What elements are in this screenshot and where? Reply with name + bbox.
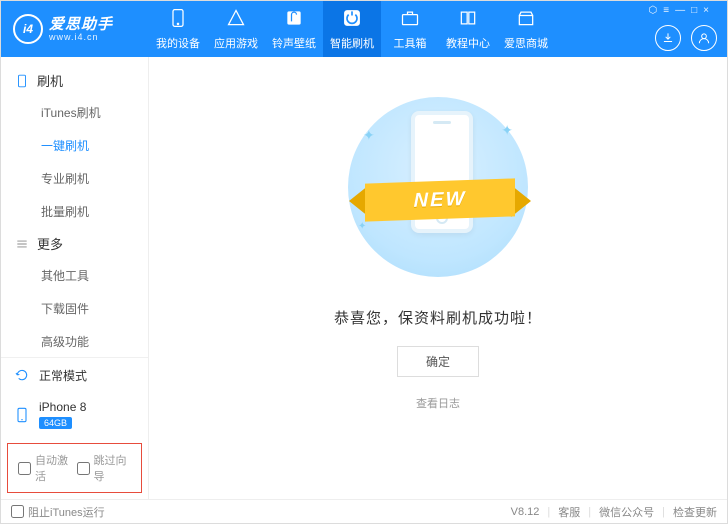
device-name: iPhone 8 (39, 400, 86, 414)
view-log-link[interactable]: 查看日志 (416, 395, 460, 411)
top-nav: 我的设备 应用游戏 铃声壁纸 智能刷机 工具箱 教程中心 (149, 1, 555, 57)
sidebar-item-batch-flash[interactable]: 批量刷机 (1, 195, 148, 228)
block-itunes-checkbox[interactable]: 阻止iTunes运行 (11, 504, 105, 520)
refresh-icon (13, 366, 31, 384)
flash-icon (342, 8, 362, 31)
sparkle-icon: ✦ (501, 122, 513, 139)
ok-button[interactable]: 确定 (397, 346, 479, 377)
nav-label: 智能刷机 (330, 35, 374, 51)
main-panel: ✦ ✦ ✦ ✦ NEW 恭喜您，保资料刷机成功啦！ 确定 查看日志 (149, 57, 727, 499)
nav-my-device[interactable]: 我的设备 (149, 1, 207, 57)
phone-outline-icon (15, 74, 29, 88)
shop-icon (516, 8, 536, 31)
ribbon-text: NEW (365, 178, 515, 221)
sidebar-group-more: 更多 (1, 228, 148, 259)
sidebar-group-label: 更多 (37, 234, 63, 253)
win-min-button[interactable]: — (675, 5, 685, 16)
wechat-link[interactable]: 微信公众号 (599, 504, 654, 520)
sidebar-item-download-firmware[interactable]: 下载固件 (1, 292, 148, 325)
window-controls: ⬡ ≡ — □ × (649, 3, 717, 16)
sidebar-group-flash: 刷机 (1, 65, 148, 96)
phone-icon (168, 8, 188, 31)
nav-flash[interactable]: 智能刷机 (323, 1, 381, 57)
success-illustration: ✦ ✦ ✦ ✦ NEW (323, 97, 553, 277)
nav-label: 工具箱 (394, 35, 427, 51)
sidebar-item-pro-flash[interactable]: 专业刷机 (1, 162, 148, 195)
device-mode-label: 正常模式 (39, 367, 87, 384)
device-storage-badge: 64GB (39, 417, 72, 429)
checkbox-label: 自动激活 (35, 452, 73, 484)
nav-label: 爱思商城 (504, 35, 548, 51)
nav-shop[interactable]: 爱思商城 (497, 1, 555, 57)
nav-label: 应用游戏 (214, 35, 258, 51)
download-button[interactable] (655, 25, 681, 51)
nav-label: 铃声壁纸 (272, 35, 316, 51)
nav-apps[interactable]: 应用游戏 (207, 1, 265, 57)
device-row[interactable]: iPhone 8 64GB (1, 392, 148, 437)
logo-badge-icon: i4 (13, 14, 43, 44)
checkbox-label: 跳过向导 (94, 452, 132, 484)
device-mode-row[interactable]: 正常模式 (1, 358, 148, 392)
win-menu-button[interactable]: ≡ (663, 5, 669, 16)
nav-toolbox[interactable]: 工具箱 (381, 1, 439, 57)
success-message: 恭喜您，保资料刷机成功啦！ (334, 307, 542, 328)
apps-icon (226, 8, 246, 31)
nav-ringtones[interactable]: 铃声壁纸 (265, 1, 323, 57)
book-icon (458, 8, 478, 31)
flash-options-highlight: 自动激活 跳过向导 (7, 443, 142, 493)
nav-label: 我的设备 (156, 35, 200, 51)
device-phone-icon (13, 406, 31, 424)
sidebar-item-one-key-flash[interactable]: 一键刷机 (1, 129, 148, 162)
skip-guide-checkbox[interactable]: 跳过向导 (77, 452, 132, 484)
user-button[interactable] (691, 25, 717, 51)
app-logo: i4 爱思助手 www.i4.cn (1, 14, 149, 44)
sidebar: 刷机 iTunes刷机 一键刷机 专业刷机 批量刷机 更多 其他工具 下载固件 … (1, 57, 149, 499)
status-bar: 阻止iTunes运行 V8.12 | 客服 | 微信公众号 | 检查更新 (1, 499, 727, 523)
app-header: i4 爱思助手 www.i4.cn 我的设备 应用游戏 铃声壁纸 智能刷机 (1, 1, 727, 57)
sparkle-icon: ✦ (363, 127, 375, 144)
nav-tutorials[interactable]: 教程中心 (439, 1, 497, 57)
nav-label: 教程中心 (446, 35, 490, 51)
checkbox-label: 阻止iTunes运行 (28, 504, 105, 520)
sidebar-item-itunes-flash[interactable]: iTunes刷机 (1, 96, 148, 129)
ringtone-icon (284, 8, 304, 31)
app-title: 爱思助手 (49, 17, 113, 32)
version-label: V8.12 (511, 506, 540, 518)
sidebar-item-advanced[interactable]: 高级功能 (1, 325, 148, 357)
win-max-button[interactable]: □ (691, 5, 697, 16)
sidebar-item-other-tools[interactable]: 其他工具 (1, 259, 148, 292)
app-url: www.i4.cn (49, 32, 113, 42)
sidebar-group-label: 刷机 (37, 71, 63, 90)
new-ribbon: NEW (335, 175, 545, 225)
support-link[interactable]: 客服 (558, 504, 580, 520)
win-close-button[interactable]: × (703, 5, 709, 16)
check-update-link[interactable]: 检查更新 (673, 504, 717, 520)
menu-icon (15, 237, 29, 251)
toolbox-icon (400, 8, 420, 31)
win-skin-button[interactable]: ⬡ (649, 5, 658, 16)
auto-activate-checkbox[interactable]: 自动激活 (18, 452, 73, 484)
